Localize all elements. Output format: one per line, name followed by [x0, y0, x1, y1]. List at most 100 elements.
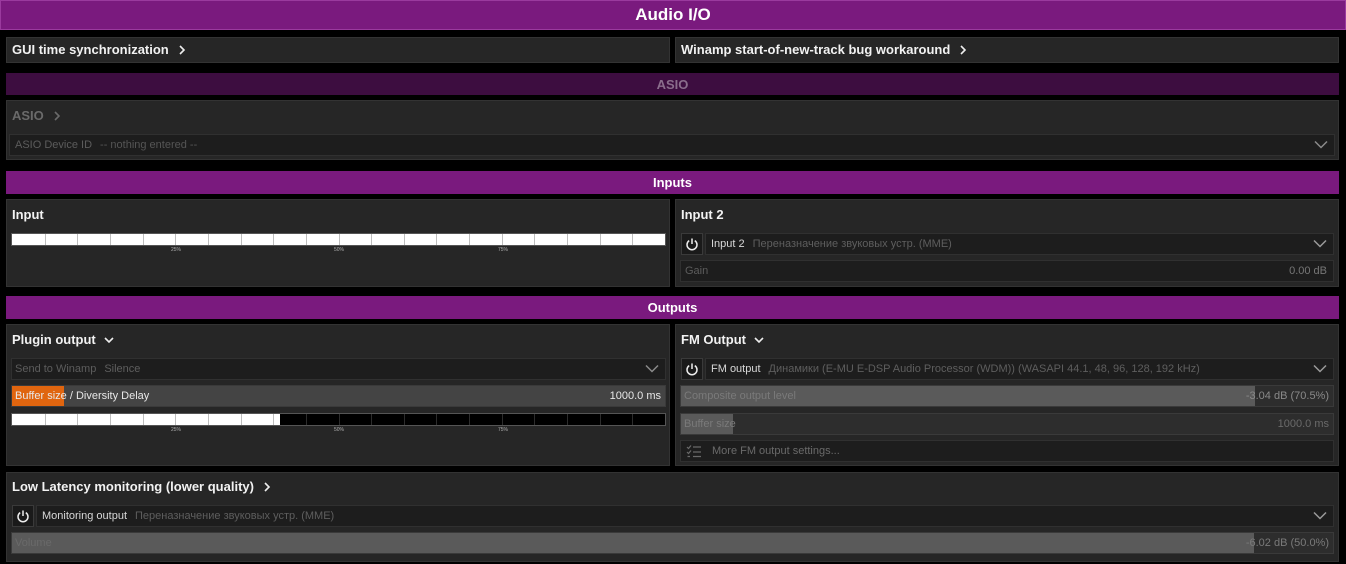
input1-panel: Input 25% 50% 75% — [6, 199, 670, 287]
chevron-right-icon[interactable] — [262, 481, 272, 492]
chevron-down-icon[interactable] — [1313, 364, 1327, 374]
winamp-bug-panel[interactable]: Winamp start-of-new-track bug workaround — [675, 37, 1339, 63]
input2-power-button[interactable] — [681, 233, 703, 255]
asio-panel: ASIO ASIO Device ID -- nothing entered -… — [6, 100, 1339, 160]
composite-output-label: Composite output level — [684, 390, 796, 402]
send-to-winamp-select[interactable]: Send to Winamp Silence — [11, 358, 666, 380]
volume-fill — [12, 533, 1254, 553]
inputs-section-header: Inputs — [6, 171, 1339, 194]
asio-section-header: ASIO — [6, 73, 1339, 95]
meter-tick — [403, 414, 405, 425]
fm-output-title: FM Output — [681, 332, 746, 347]
meter-inactive-region — [279, 414, 665, 425]
input2-gain-slider[interactable]: Gain 0.00 dB — [680, 260, 1334, 282]
fm-buffer-size-label: Buffer size — [684, 418, 736, 430]
fm-output-device-name: FM output — [711, 363, 761, 375]
meter-tick — [240, 414, 242, 425]
monitoring-title: Low Latency monitoring (lower quality) — [12, 479, 254, 494]
fm-output-panel: FM Output FM output Динамики (E-MU E-DSP… — [675, 324, 1339, 466]
buffer-size-label-a: Buffer size — [15, 390, 67, 402]
meter-tick — [142, 414, 144, 425]
send-to-winamp-label: Send to Winamp — [15, 363, 97, 375]
meter-tick — [371, 414, 373, 425]
chevron-down-icon[interactable] — [1313, 239, 1327, 249]
meter-tick — [240, 234, 242, 245]
chevron-down-icon[interactable] — [754, 335, 764, 345]
meter-tick — [403, 234, 405, 245]
meter-tick — [44, 414, 46, 425]
fm-buffer-size-slider[interactable]: Buffer size 1000.0 ms — [680, 413, 1334, 435]
meter-tick — [599, 234, 601, 245]
buffer-size-slider[interactable]: Buffer size / Diversity Delay 1000.0 ms — [11, 385, 666, 407]
plugin-output-title: Plugin output — [12, 332, 96, 347]
meter-tick — [469, 234, 471, 245]
window-title: Audio I/O — [0, 0, 1346, 30]
power-icon — [17, 510, 29, 523]
meter-tick — [534, 414, 536, 425]
more-fm-settings-button[interactable]: More FM output settings... — [680, 440, 1334, 462]
fm-output-device-select[interactable]: FM output Динамики (E-MU E-DSP Audio Pro… — [705, 358, 1334, 380]
monitoring-device-name: Monitoring output — [42, 510, 127, 522]
meter-tick — [567, 414, 569, 425]
fm-output-device-sub: Динамики (E-MU E-DSP Audio Processor (WD… — [768, 363, 1200, 375]
buffer-size-label: Buffer size / Diversity Delay — [12, 390, 149, 402]
meter-tick — [305, 234, 307, 245]
volume-slider[interactable]: Volume -6.02 dB (50.0%) — [11, 532, 1334, 554]
meter-tick — [632, 234, 634, 245]
chevron-down-icon[interactable] — [1314, 140, 1328, 150]
chevron-down-icon[interactable] — [645, 364, 659, 374]
meter-tick — [273, 234, 275, 245]
meter-tick — [142, 234, 144, 245]
scale-50-label: 50% — [334, 427, 345, 433]
chevron-down-icon[interactable] — [104, 335, 114, 345]
meter-tick — [44, 234, 46, 245]
meter-tick — [109, 414, 111, 425]
scale-25-label: 25% — [171, 427, 182, 433]
meter-tick — [175, 234, 177, 245]
gui-sync-label: GUI time synchronization — [12, 42, 169, 57]
input2-title: Input 2 — [681, 207, 724, 222]
meter-tick — [175, 414, 177, 425]
meter-tick — [567, 234, 569, 245]
monitoring-power-button[interactable] — [12, 505, 34, 527]
volume-label: Volume — [15, 537, 52, 549]
monitoring-panel: Low Latency monitoring (lower quality) M… — [6, 472, 1339, 562]
gui-sync-panel[interactable]: GUI time synchronization — [6, 37, 670, 63]
meter-tick — [77, 414, 79, 425]
meter-tick — [534, 234, 536, 245]
more-fm-settings-label: More FM output settings... — [712, 445, 840, 457]
chevron-right-icon[interactable] — [52, 110, 62, 121]
meter-tick — [371, 234, 373, 245]
input1-level-meter — [11, 233, 666, 246]
input2-device-select[interactable]: Input 2 Переназначение звуковых устр. (M… — [705, 233, 1334, 255]
asio-device-select[interactable]: ASIO Device ID -- nothing entered -- — [9, 134, 1335, 156]
input2-device-name: Input 2 — [711, 238, 745, 250]
input1-title: Input — [12, 207, 44, 222]
meter-tick — [436, 414, 438, 425]
monitoring-device-select[interactable]: Monitoring output Переназначение звуковы… — [36, 505, 1334, 527]
chevron-right-icon[interactable] — [958, 44, 968, 55]
fm-buffer-size-value: 1000.0 ms — [1277, 418, 1329, 430]
meter-tick — [207, 414, 209, 425]
outputs-section-header: Outputs — [6, 296, 1339, 319]
meter-tick — [501, 234, 503, 245]
input2-panel: Input 2 Input 2 Переназначение звуковых … — [675, 199, 1339, 287]
fm-output-power-button[interactable] — [681, 358, 703, 380]
settings-list-icon — [686, 445, 701, 458]
meter-tick — [338, 234, 340, 245]
input2-device-sub: Переназначение звуковых устр. (MME) — [752, 238, 952, 250]
chevron-down-icon[interactable] — [1313, 511, 1327, 521]
scale-50-label: 50% — [334, 247, 345, 253]
buffer-size-value: 1000.0 ms — [609, 390, 661, 402]
composite-output-slider[interactable]: Composite output level -3.04 dB (70.5%) — [680, 385, 1334, 407]
composite-output-value: -3.04 dB (70.5%) — [1245, 390, 1329, 402]
volume-value: -6.02 dB (50.0%) — [1245, 537, 1329, 549]
chevron-right-icon[interactable] — [177, 44, 187, 55]
asio-device-value: -- nothing entered -- — [100, 139, 198, 151]
meter-tick — [632, 414, 634, 425]
meter-tick — [273, 414, 275, 425]
meter-tick — [599, 414, 601, 425]
scale-75-label: 75% — [498, 247, 509, 253]
asio-device-label: ASIO Device ID — [15, 139, 93, 151]
meter-tick — [338, 414, 340, 425]
